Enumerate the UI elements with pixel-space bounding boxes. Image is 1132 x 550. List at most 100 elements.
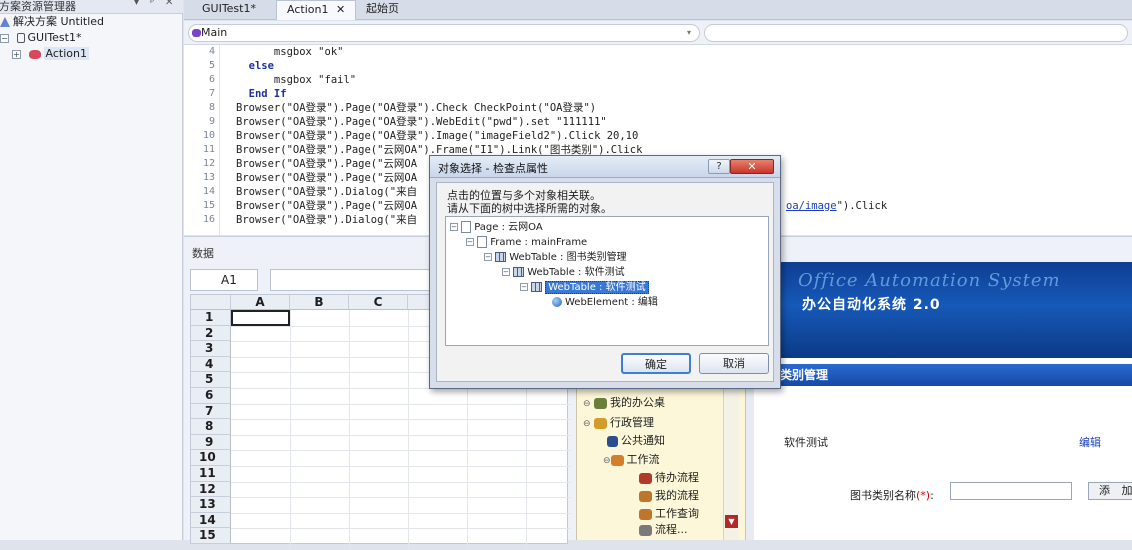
category-name-input[interactable] <box>950 482 1072 500</box>
column-header[interactable]: C <box>349 295 408 310</box>
code-line[interactable]: else <box>236 59 274 73</box>
nav-item-my-flow[interactable]: 我的流程 <box>639 487 699 505</box>
collapse-icon[interactable]: − <box>466 238 474 246</box>
scroll-down-icon[interactable]: ▼ <box>725 515 738 528</box>
row-header[interactable]: 13 <box>191 497 231 513</box>
pin-icon[interactable]: ᵖ <box>150 0 154 8</box>
expand-icon[interactable]: + <box>12 49 21 59</box>
code-line[interactable]: Browser("OA登录").Page("OA登录").Check Check… <box>236 101 596 115</box>
row-header[interactable]: 8 <box>191 419 231 435</box>
grid-line <box>231 528 571 530</box>
collapse-icon[interactable]: − <box>450 223 458 231</box>
object-tree[interactable]: − Page : 云网OA − Frame : mainFrame − WebT… <box>445 216 769 346</box>
edit-link[interactable]: 编辑 <box>1079 434 1101 450</box>
tab-start-page[interactable]: 起始页 <box>356 0 409 20</box>
tree-node-webtable[interactable]: − WebTable : 软件测试 <box>502 265 625 280</box>
dropdown-icon[interactable]: ▾ <box>134 0 139 8</box>
action-icon <box>28 49 41 59</box>
row-header[interactable]: 1 <box>191 310 231 326</box>
code-line[interactable]: Browser("OA登录").Page("云网OA <box>236 199 417 213</box>
tree-project[interactable]: − GUITest1* <box>0 30 81 46</box>
chevron-down-icon[interactable]: ▾ <box>687 25 691 41</box>
cancel-button[interactable]: 取消 <box>699 353 769 374</box>
nav-item-query[interactable]: 工作查询 <box>639 505 699 523</box>
tree-node-label: WebTable : 软件测试 <box>545 281 649 294</box>
category-name-label: 图书类别名称(*): <box>850 487 934 503</box>
action-icon <box>192 29 201 37</box>
table-icon <box>531 282 543 292</box>
tree-node-frame[interactable]: − Frame : mainFrame <box>466 235 587 250</box>
tab-guitest1[interactable]: GUITest1* <box>192 0 266 20</box>
code-line[interactable]: msgbox "fail" <box>236 73 356 87</box>
line-number: 6 <box>208 74 215 85</box>
line-number: 7 <box>208 88 215 99</box>
procedure-dropdown[interactable]: Main ▾ <box>188 24 700 42</box>
code-line[interactable]: Browser("OA登录").Page("OA登录").WebEdit("pw… <box>236 115 607 129</box>
object-selection-dialog: 对象选择 - 检查点属性 ? ✕ 点击的位置与多个对象相关联。 请从下面的树中选… <box>429 155 781 389</box>
row-header[interactable]: 3 <box>191 341 231 357</box>
row-header[interactable]: 4 <box>191 356 231 373</box>
close-icon[interactable]: ✕ <box>336 3 345 16</box>
row-header[interactable]: 11 <box>191 466 231 482</box>
row-header[interactable]: 9 <box>191 434 231 451</box>
pending-icon <box>639 472 652 484</box>
row-header[interactable]: 15 <box>191 528 231 544</box>
code-line[interactable]: Browser("OA登录").Page("云网OA <box>236 171 417 185</box>
row-header[interactable]: 12 <box>191 481 231 498</box>
tab-action1[interactable]: Action1 ✕ <box>276 0 357 20</box>
help-button[interactable]: ? <box>708 159 730 174</box>
selected-cell[interactable] <box>231 310 290 326</box>
tree-node-webtable[interactable]: − WebTable : 图书类别管理 <box>484 250 627 265</box>
grid-line <box>231 450 571 452</box>
cell-reference-box[interactable]: A1 <box>190 269 258 291</box>
member-dropdown[interactable] <box>704 24 1128 42</box>
collapse-icon[interactable]: − <box>502 268 510 276</box>
code-text: ").Click <box>836 200 888 212</box>
code-line-tail[interactable]: oa/image").Click <box>786 199 887 213</box>
code-line[interactable]: Browser("OA登录").Page("云网OA <box>236 157 417 171</box>
dialog-title-bar[interactable]: 对象选择 - 检查点属性 ? ✕ <box>430 156 780 178</box>
formula-input[interactable] <box>270 269 440 291</box>
code-line[interactable]: Browser("OA登录").Dialog("来自 <box>236 213 417 227</box>
tree-action[interactable]: + Action1 <box>12 46 89 62</box>
row-header[interactable]: 5 <box>191 372 231 388</box>
collapse-icon[interactable]: − <box>0 33 9 43</box>
add-button[interactable]: 添 加 <box>1088 482 1132 500</box>
workflow-icon <box>610 454 624 466</box>
grid-line <box>231 512 571 514</box>
nav-scrollbar[interactable]: ▼ <box>723 388 739 540</box>
grid-corner[interactable] <box>191 295 231 310</box>
column-header[interactable]: B <box>290 295 349 310</box>
tree-node-webtable-selected[interactable]: − WebTable : 软件测试 <box>520 280 649 295</box>
tab-label: GUITest1* <box>202 2 256 15</box>
solution-icon <box>0 17 10 27</box>
code-line[interactable]: msgbox "ok" <box>236 45 344 59</box>
code-link[interactable]: oa/image <box>786 200 837 212</box>
column-header[interactable]: A <box>231 295 290 310</box>
code-line[interactable]: Browser("OA登录").Page("OA登录").Image("imag… <box>236 129 638 143</box>
row-header[interactable]: 6 <box>191 388 231 404</box>
nav-item-desk[interactable]: ⊖ 我的办公桌 <box>583 394 665 412</box>
line-number: 13 <box>202 172 215 183</box>
nav-item-notice[interactable]: 公共通知 <box>607 432 665 450</box>
nav-item-pending[interactable]: 待办流程 <box>639 469 699 487</box>
tree-solution[interactable]: 解决方案 Untitled <box>0 14 104 30</box>
nav-item-admin[interactable]: ⊖ 行政管理 <box>583 414 654 432</box>
row-header[interactable]: 14 <box>191 512 231 529</box>
row-header[interactable]: 2 <box>191 325 231 342</box>
collapse-icon[interactable]: − <box>520 283 528 291</box>
tree-node-page[interactable]: − Page : 云网OA <box>450 220 543 235</box>
nav-label: 公共通知 <box>621 434 665 447</box>
row-header[interactable]: 10 <box>191 450 231 466</box>
nav-item-workflow[interactable]: ⊖ 工作流 <box>603 451 660 469</box>
tree-node-webelement[interactable]: WebElement : 编辑 <box>552 295 658 310</box>
close-icon[interactable]: ✕ <box>165 0 173 8</box>
dialog-close-button[interactable]: ✕ <box>730 159 774 174</box>
row-header[interactable]: 7 <box>191 403 231 420</box>
line-number: 11 <box>202 144 215 155</box>
code-line[interactable]: Browser("OA登录").Dialog("来自 <box>236 185 417 199</box>
code-line[interactable]: End If <box>236 87 287 101</box>
ok-button[interactable]: 确定 <box>621 353 691 374</box>
collapse-icon[interactable]: − <box>484 253 492 261</box>
nav-item-more[interactable]: 流程... <box>639 523 688 537</box>
